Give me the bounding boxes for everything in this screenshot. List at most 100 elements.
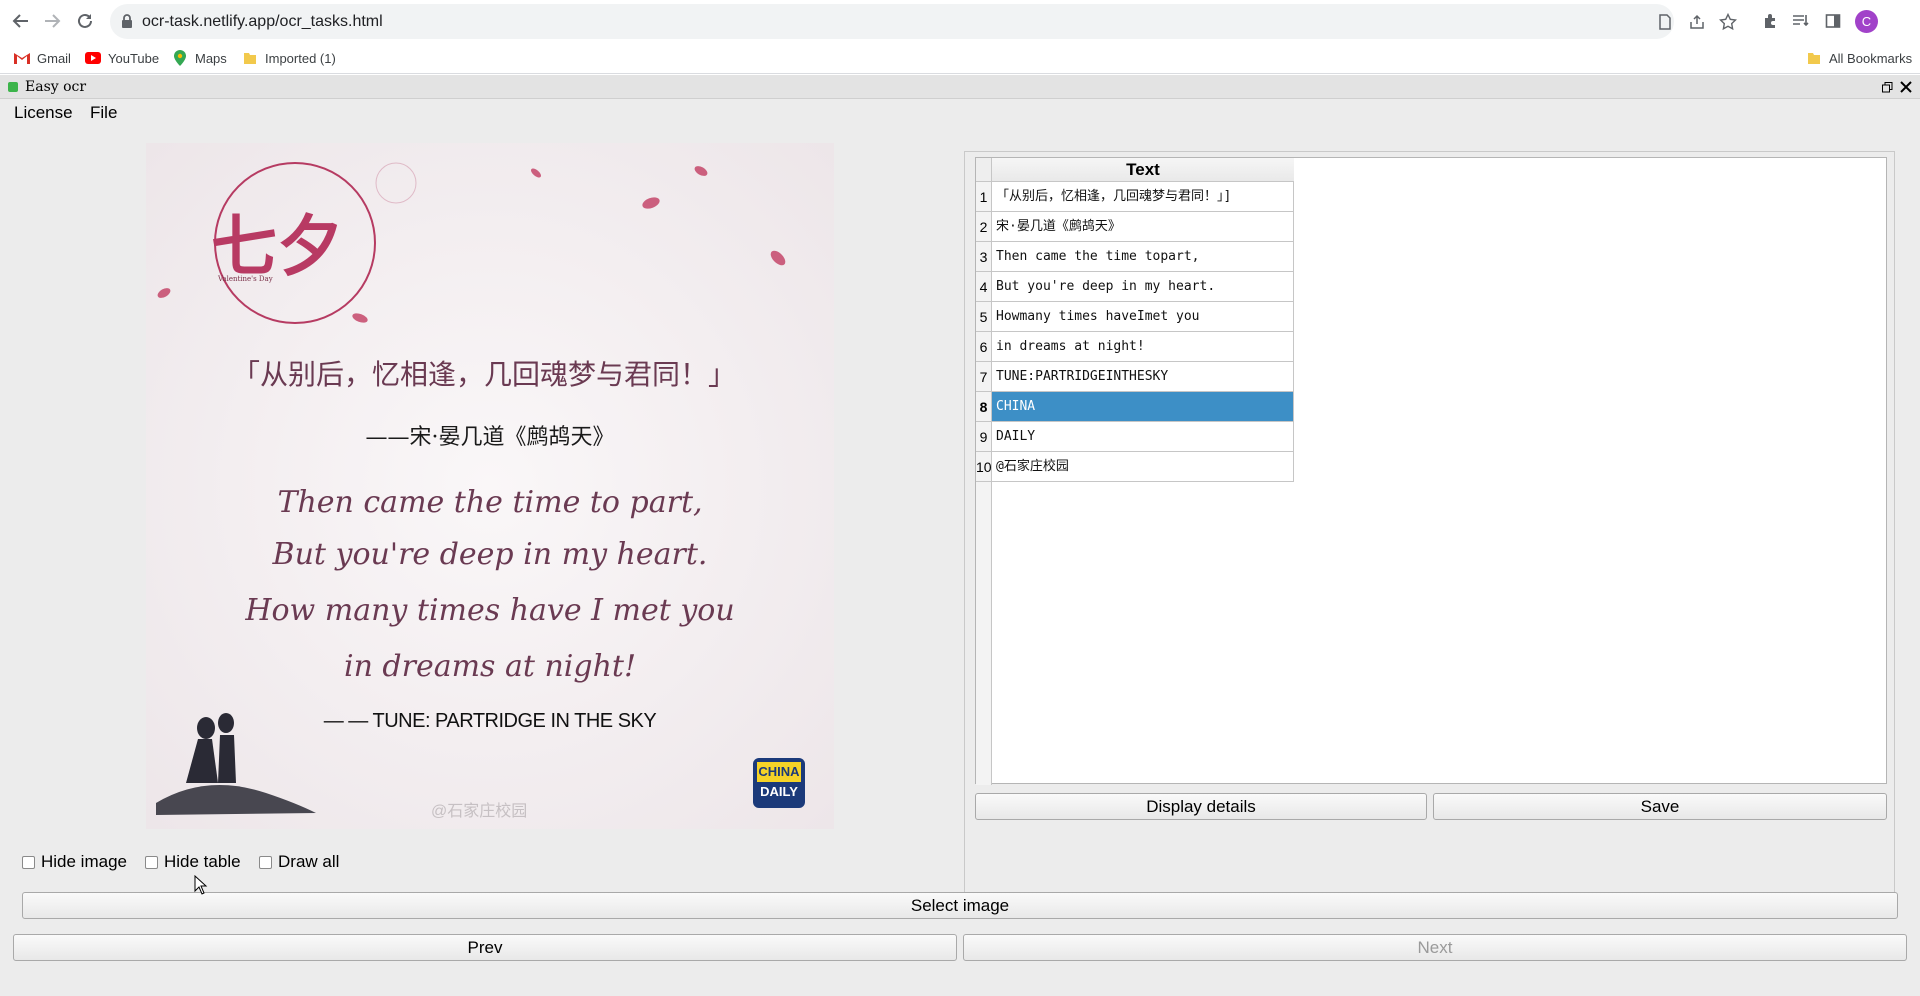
display-details-button[interactable]: Display details xyxy=(975,793,1427,820)
poem-line-1: Then came the time to part, xyxy=(277,485,703,520)
gmail-icon xyxy=(14,50,30,66)
star-icon[interactable] xyxy=(1718,12,1738,32)
checkbox-box[interactable] xyxy=(145,855,158,869)
table-row[interactable]: 3 Then came the time topart, xyxy=(976,242,1294,272)
table-row[interactable]: 5 Howmany times haveImet you xyxy=(976,302,1294,332)
menu-bar: License File xyxy=(0,100,1920,125)
row-number[interactable]: 3 xyxy=(976,242,992,272)
tune-line: — — TUNE: PARTRIDGE IN THE SKY xyxy=(323,710,657,732)
table-cell[interactable]: in dreams at night! xyxy=(992,332,1294,362)
bookmark-label: YouTube xyxy=(108,50,160,66)
table-row[interactable]: 4 But you're deep in my heart. xyxy=(976,272,1294,302)
bookmark-label: Gmail xyxy=(37,50,71,66)
row-number[interactable]: 2 xyxy=(976,212,992,242)
all-bookmarks-label: All Bookmarks xyxy=(1829,50,1913,66)
folder-icon xyxy=(242,50,258,66)
bookmark-youtube[interactable]: YouTube xyxy=(85,48,159,68)
reload-icon xyxy=(78,13,92,28)
back-button[interactable] xyxy=(9,9,33,33)
save-button[interactable]: Save xyxy=(1433,793,1887,820)
app-title: Easy ocr xyxy=(25,79,87,95)
reading-list-icon[interactable] xyxy=(1790,10,1812,32)
table-row[interactable]: 7 TUNE:PARTRIDGEINTHESKY xyxy=(976,362,1294,392)
row-number[interactable]: 7 xyxy=(976,362,992,392)
url-text: ocr-task.netlify.app/ocr_tasks.html xyxy=(142,13,383,30)
arrow-left-icon xyxy=(12,14,28,28)
row-number[interactable]: 10 xyxy=(976,452,992,482)
lock-icon xyxy=(120,13,134,34)
row-number[interactable]: 1 xyxy=(976,182,992,212)
app-titlebar: Easy ocr xyxy=(0,75,1920,99)
app-icon xyxy=(8,82,18,92)
page-icon[interactable] xyxy=(1655,12,1675,32)
menu-file[interactable]: File xyxy=(90,103,117,123)
table-cell[interactable]: Then came the time topart, xyxy=(992,242,1294,272)
address-bar[interactable]: ocr-task.netlify.app/ocr_tasks.html xyxy=(110,4,1737,39)
watermark: @石家庄校园 xyxy=(431,803,528,820)
column-header-text[interactable]: Text xyxy=(992,158,1294,182)
bookmark-maps[interactable]: Maps xyxy=(172,48,227,68)
app-window: Easy ocr License File 七夕 Valentine's Day… xyxy=(0,75,1920,996)
table-row[interactable]: 6 in dreams at night! xyxy=(976,332,1294,362)
table-row[interactable]: 1 「从别后，忆相逢，几回魂梦与君同！」] xyxy=(976,182,1294,212)
logo-line-1: CHINA xyxy=(758,764,800,779)
table-cell[interactable]: 宋·晏几道《鹧鸪天》 xyxy=(992,212,1294,242)
folder-icon xyxy=(1806,50,1822,66)
table-row[interactable]: 2 宋·晏几道《鹧鸪天》 xyxy=(976,212,1294,242)
table-corner[interactable] xyxy=(976,158,992,182)
youtube-icon xyxy=(85,50,101,66)
forward-button[interactable] xyxy=(40,9,64,33)
restore-icon[interactable] xyxy=(1878,78,1896,96)
next-button[interactable]: Next xyxy=(963,934,1907,961)
row-number[interactable]: 8 xyxy=(976,392,992,422)
checkbox-label: Draw all xyxy=(278,852,340,871)
share-icon[interactable] xyxy=(1687,12,1707,32)
draw-all-checkbox[interactable]: Draw all xyxy=(259,851,339,873)
table-row[interactable]: 9 DAILY xyxy=(976,422,1294,452)
row-number[interactable]: 5 xyxy=(976,302,992,332)
table-cell[interactable]: TUNE:PARTRIDGEINTHESKY xyxy=(992,362,1294,392)
table-cell[interactable]: DAILY xyxy=(992,422,1294,452)
select-image-button[interactable]: Select image xyxy=(22,892,1898,919)
close-icon[interactable] xyxy=(1897,78,1915,96)
maps-icon xyxy=(172,50,188,66)
bookmark-imported[interactable]: Imported (1) xyxy=(242,48,336,68)
row-number[interactable]: 4 xyxy=(976,272,992,302)
browser-toolbar: ocr-task.netlify.app/ocr_tasks.html C xyxy=(0,0,1920,43)
extensions-icon[interactable] xyxy=(1759,10,1781,32)
table-cell[interactable]: 「从别后，忆相逢，几回魂梦与君同！」] xyxy=(992,182,1294,212)
checkbox-box[interactable] xyxy=(22,855,35,869)
hide-image-checkbox[interactable]: Hide image xyxy=(22,851,127,873)
checkbox-label: Hide table xyxy=(164,852,241,871)
bookmarks-bar: Gmail YouTube Maps Imported (1) All Book… xyxy=(0,43,1920,74)
poem-line-2: But you're deep in my heart. xyxy=(272,537,708,572)
menu-license[interactable]: License xyxy=(14,103,73,123)
mouse-cursor-icon xyxy=(194,875,208,895)
row-number[interactable]: 9 xyxy=(976,422,992,452)
table-cell[interactable]: @石家庄校园 xyxy=(992,452,1294,482)
reload-button[interactable] xyxy=(73,9,97,33)
table-cell[interactable]: Howmany times haveImet you xyxy=(992,302,1294,332)
all-bookmarks[interactable]: All Bookmarks xyxy=(1806,48,1912,68)
image-preview: 七夕 Valentine's Day 「从别后，忆相逢，几回魂梦与君同！」 ——… xyxy=(146,143,834,829)
table-row[interactable]: 10 @石家庄校园 xyxy=(976,452,1294,482)
ocr-results-table[interactable]: Text 1 「从别后，忆相逢，几回魂梦与君同！」] 2 宋·晏几道《鹧鸪天》 … xyxy=(975,157,1887,785)
table-cell[interactable]: But you're deep in my heart. xyxy=(992,272,1294,302)
hide-table-checkbox[interactable]: Hide table xyxy=(145,851,241,873)
verse-attribution: ——宋·晏几道《鹧鸪天》 xyxy=(365,425,615,450)
prev-button[interactable]: Prev xyxy=(13,934,957,961)
arrow-right-icon xyxy=(45,14,61,28)
poem-line-3: How many times have I met you xyxy=(245,593,735,628)
table-cell[interactable]: CHINA xyxy=(992,392,1294,422)
logo-line-2: DAILY xyxy=(760,784,798,799)
side-panel-icon[interactable] xyxy=(1822,10,1844,32)
poem-line-4: in dreams at night! xyxy=(343,649,637,684)
bookmark-label: Maps xyxy=(195,50,227,66)
profile-avatar[interactable]: C xyxy=(1855,10,1878,33)
chinese-verse: 「从别后，忆相逢，几回魂梦与君同！」 xyxy=(231,358,736,391)
row-number[interactable]: 6 xyxy=(976,332,992,362)
table-row-selected[interactable]: 8 CHINA xyxy=(976,392,1294,422)
bookmark-gmail[interactable]: Gmail xyxy=(14,48,71,68)
checkbox-box[interactable] xyxy=(259,855,272,869)
bookmark-label: Imported (1) xyxy=(265,50,336,66)
